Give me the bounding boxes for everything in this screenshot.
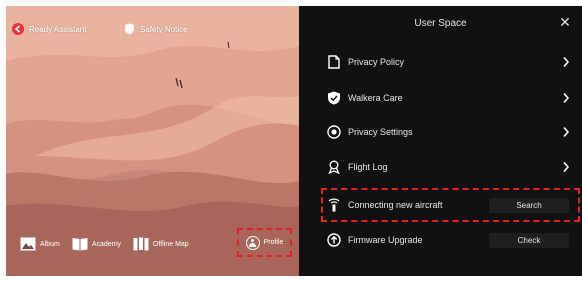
nav-offline-map-label: Offline Map [153, 240, 189, 248]
row-flight-log[interactable]: Flight Log [327, 156, 572, 178]
back-arrow-icon [12, 23, 24, 35]
row-label: Firmware Upgrade [348, 235, 423, 245]
shield-check-icon [328, 91, 340, 105]
image-icon [20, 237, 36, 251]
nav-album[interactable]: Album [20, 237, 60, 251]
nav-album-label: Album [40, 240, 60, 248]
close-icon[interactable]: ✕ [558, 15, 572, 29]
map-icon [133, 237, 149, 251]
book-icon [72, 238, 88, 251]
shield-icon [125, 23, 134, 35]
chevron-right-icon [563, 126, 570, 138]
safety-notice-button[interactable]: Safety Notice [124, 20, 188, 38]
bottom-nav: Album Academy Offline Map [20, 233, 189, 255]
assistant-label: Ready Assistant [29, 24, 87, 34]
row-privacy-policy[interactable]: Privacy Policy [327, 51, 572, 73]
avatar-icon [245, 235, 260, 250]
privacy-eye-icon [327, 125, 341, 139]
row-label: Privacy Settings [348, 127, 413, 137]
row-label: Connecting new aircraft [348, 200, 443, 210]
user-space-panel: User Space ✕ Privacy Policy Walkera Care [299, 6, 582, 276]
panel-title: User Space [414, 18, 467, 29]
upgrade-icon [327, 233, 341, 247]
aircraft-signal-icon [328, 198, 340, 212]
row-label: Privacy Policy [348, 57, 405, 67]
check-button[interactable]: Check [489, 232, 569, 248]
chevron-right-icon [563, 161, 570, 173]
flight-log-icon [328, 160, 340, 174]
chevron-right-icon [563, 56, 570, 68]
nav-profile-label: Profile [263, 239, 284, 246]
row-label: Walkera Care [348, 93, 403, 103]
row-privacy-settings[interactable]: Privacy Settings [327, 121, 572, 143]
assistant-button[interactable]: Ready Assistant [12, 20, 86, 38]
app-frame: Ready Assistant Safety Notice Album Acad… [6, 6, 582, 276]
row-firmware-upgrade[interactable]: Firmware Upgrade Check [327, 229, 572, 251]
document-icon [328, 55, 340, 69]
home-background: Ready Assistant Safety Notice Album Acad… [6, 6, 299, 276]
nav-offline-map[interactable]: Offline Map [133, 237, 189, 251]
search-button[interactable]: Search [489, 197, 569, 213]
chevron-right-icon [563, 92, 570, 104]
row-connect-aircraft[interactable]: Connecting new aircraft Search [327, 194, 572, 216]
safety-notice-label: Safety Notice [140, 24, 188, 34]
row-label: Flight Log [348, 162, 388, 172]
nav-academy-label: Academy [91, 240, 122, 248]
nav-profile[interactable]: Profile [237, 228, 292, 257]
row-walkera-care[interactable]: Walkera Care [327, 87, 572, 109]
nav-academy[interactable]: Academy [72, 237, 121, 251]
